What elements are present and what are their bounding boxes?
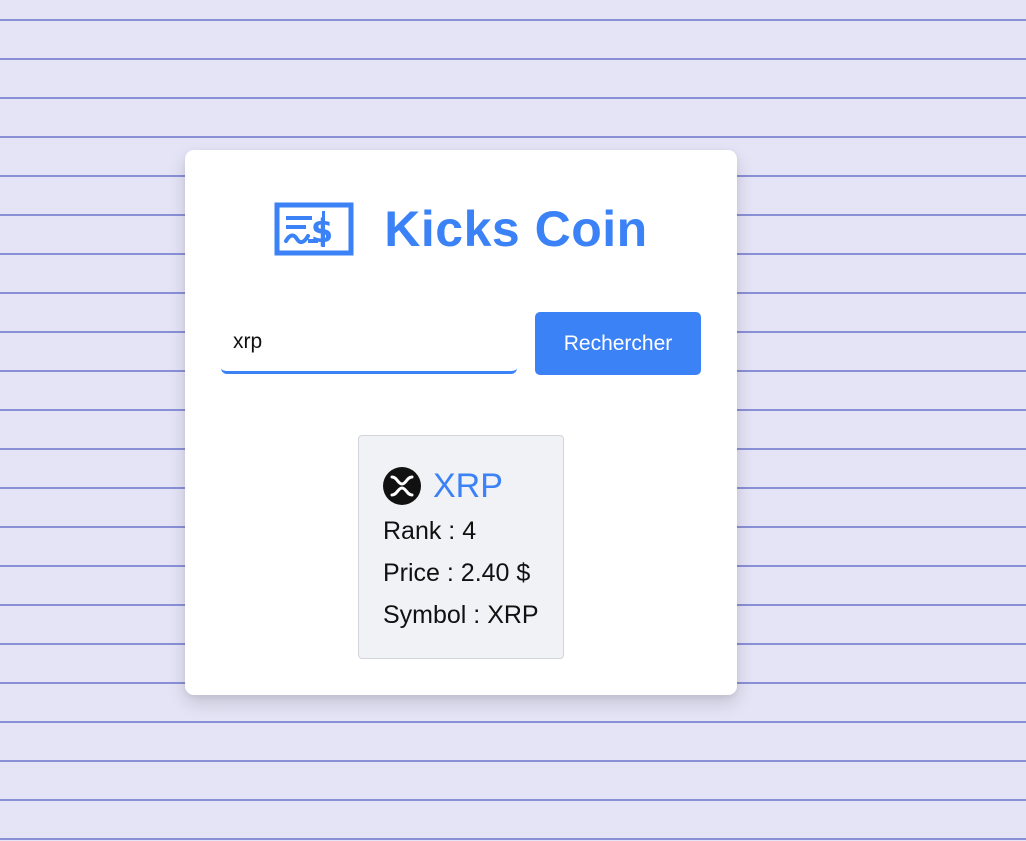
coin-header: XRP [383,464,563,508]
search-input[interactable] [221,312,517,374]
coin-price: Price : 2.40 $ [383,559,531,587]
coin-symbol: Symbol : XRP [383,601,539,629]
coin-rank: Rank : 4 [383,517,477,545]
coin-name: XRP [433,467,503,505]
search-card: $ Kicks Coin Rechercher XRP Rank : 4 Pri… [185,150,737,695]
brand-header: $ Kicks Coin [185,202,737,256]
app-title: Kicks Coin [384,201,648,257]
cheque-dollar-icon: $ [274,202,354,256]
coin-result-card: XRP Rank : 4 Price : 2.40 $ Symbol : XRP [358,435,564,659]
search-button[interactable]: Rechercher [535,312,701,375]
xrp-logo-icon [383,467,421,505]
svg-text:$: $ [311,212,333,250]
